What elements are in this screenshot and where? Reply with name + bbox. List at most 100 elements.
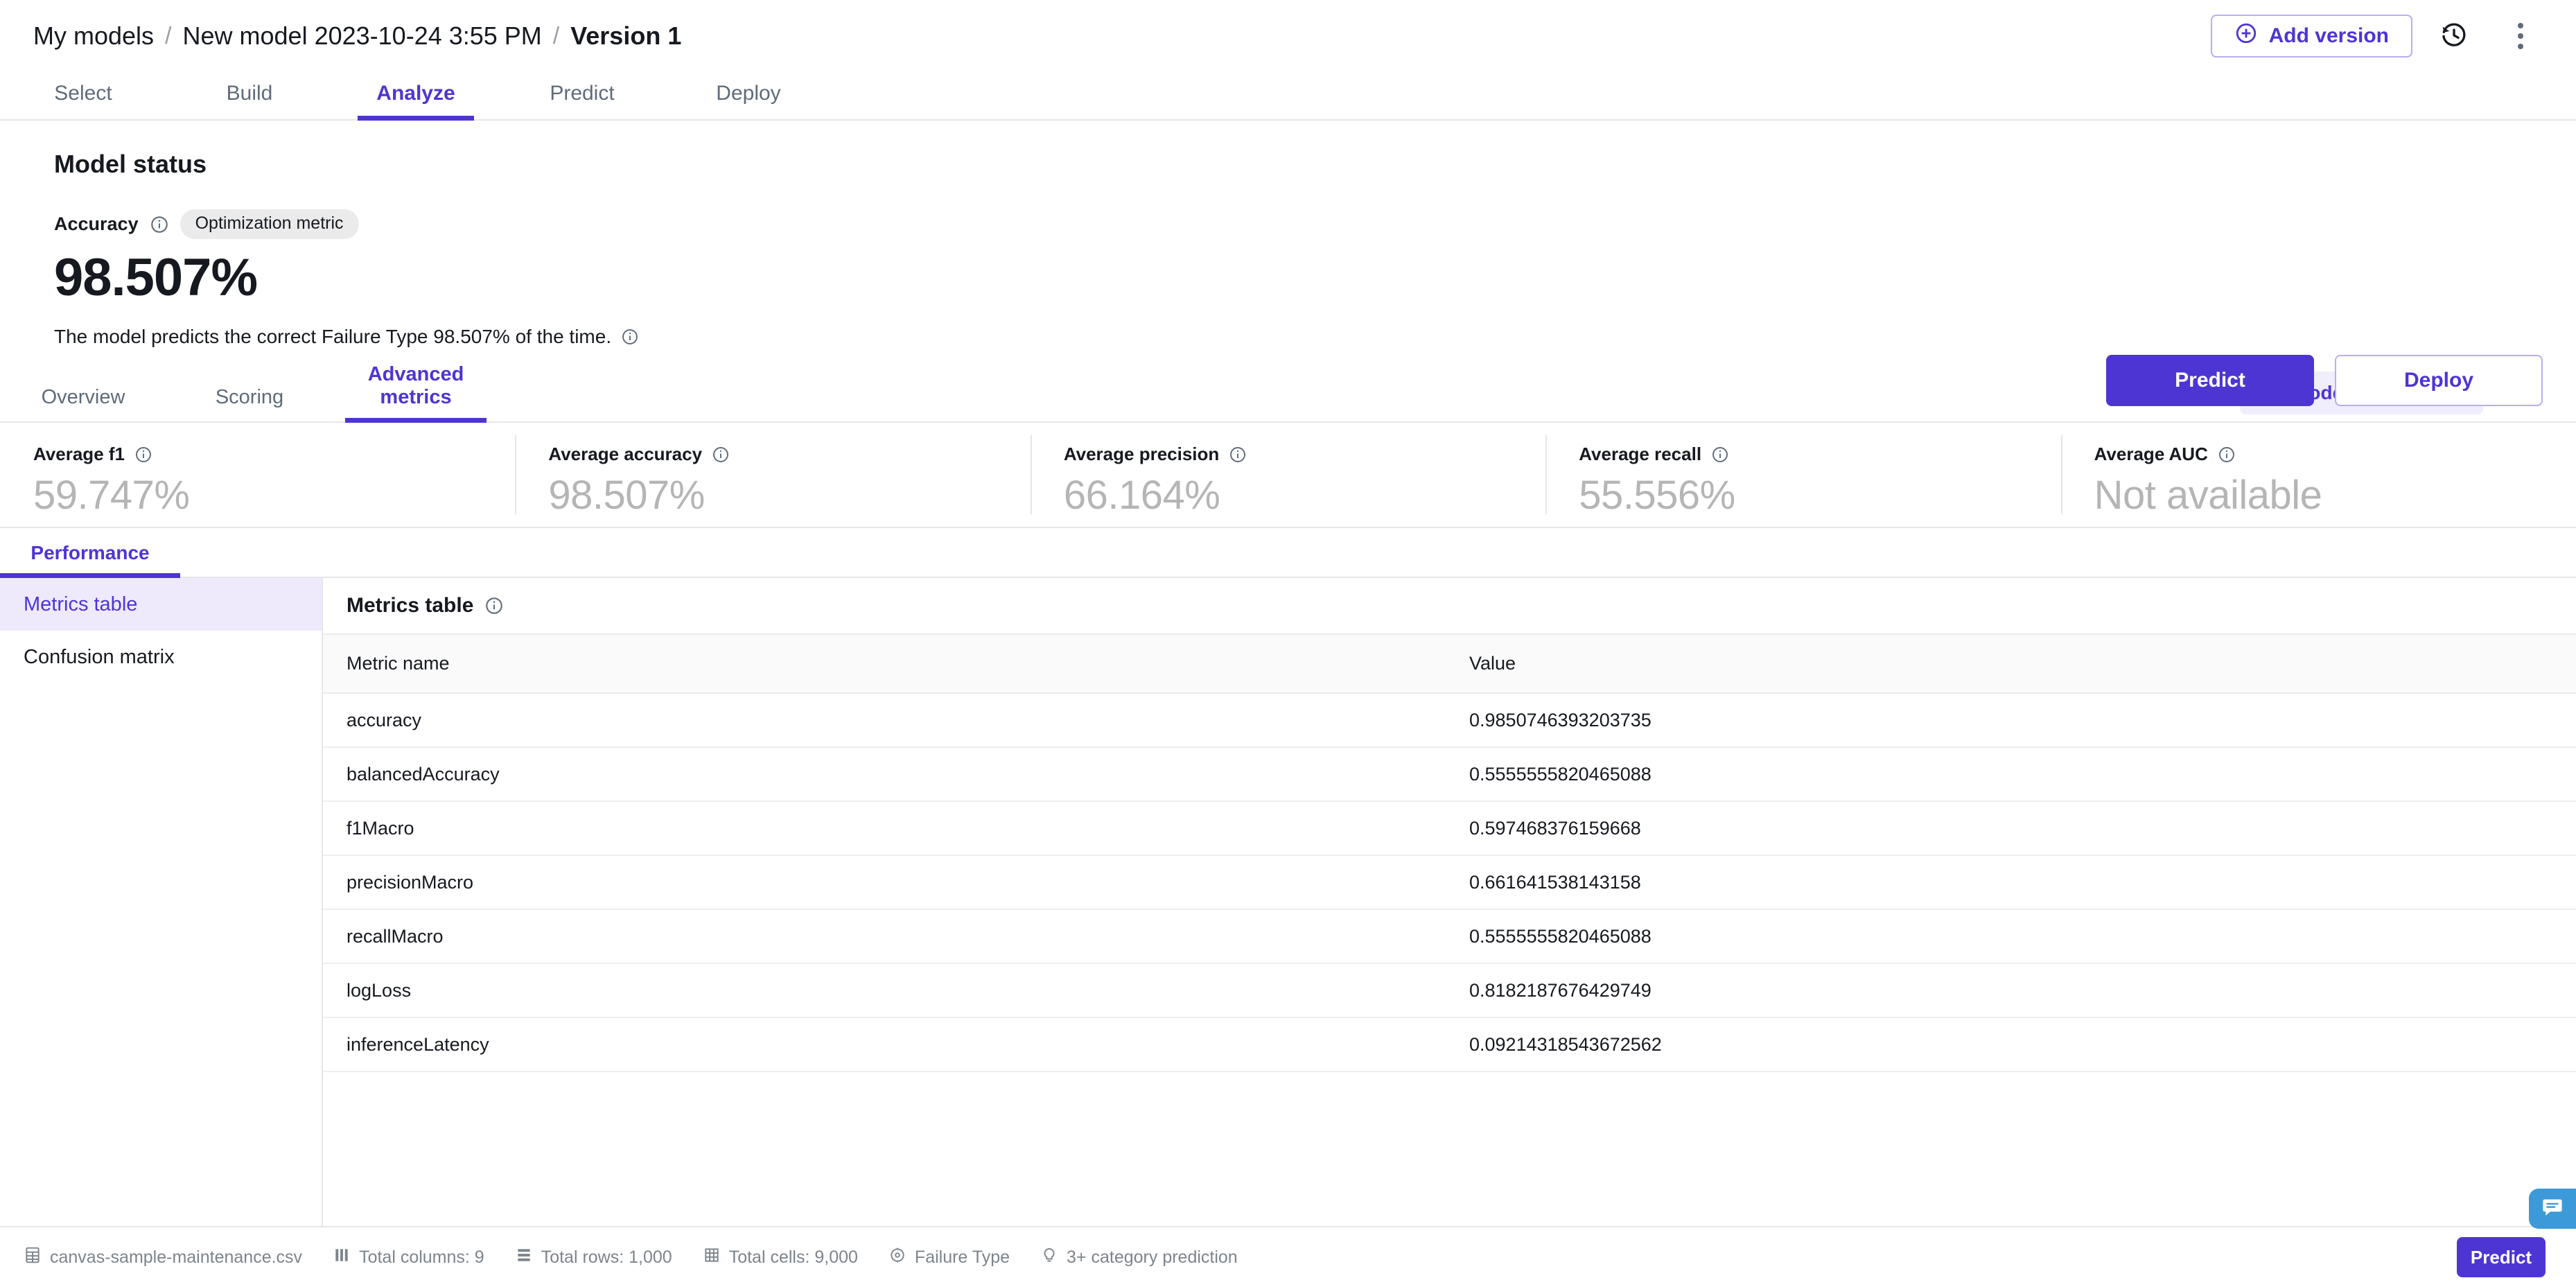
- metric-card-title: Average accuracy: [548, 444, 703, 464]
- cell-metric-value: 0.9850746393203735: [1446, 693, 2576, 748]
- metric-card-title: Average f1: [33, 444, 125, 464]
- table-row: logLoss 0.8182187676429749: [323, 963, 2576, 1018]
- status-bar-items: canvas-sample-maintenance.csv Total colu…: [24, 1246, 1238, 1269]
- tab-scoring[interactable]: Scoring: [166, 386, 333, 421]
- metric-card-label: Average accuracy: [548, 444, 1030, 465]
- metric-cards-row: Average f1 59.747% Average accuracy 98.5…: [0, 423, 2576, 528]
- info-icon[interactable]: [134, 446, 152, 464]
- sidebar-item-label: Metrics table: [24, 593, 138, 615]
- column-header-value[interactable]: Value: [1446, 633, 2576, 694]
- table-row: inferenceLatency 0.09214318543672562: [323, 1017, 2576, 1072]
- cell-metric-value: 0.597468376159668: [1446, 801, 2576, 856]
- cell-metric-name: precisionMacro: [323, 855, 1446, 910]
- sidebar-item-metrics-table[interactable]: Metrics table: [0, 578, 322, 631]
- secondary-tabs-list: Overview Scoring Advanced metrics: [0, 363, 499, 421]
- cell-metric-name: logLoss: [323, 963, 1446, 1018]
- metric-card-value: 55.556%: [1579, 473, 1735, 518]
- breadcrumb: My models / New model 2023-10-24 3:55 PM…: [33, 21, 681, 51]
- status-item-label: Total rows: 1,000: [541, 1247, 672, 1267]
- info-icon[interactable]: [2218, 446, 2236, 464]
- metric-card-value: 66.164%: [1063, 473, 1220, 518]
- performance-tab-strip: Performance: [0, 528, 2576, 578]
- metric-card-average-f1: Average f1 59.747%: [0, 423, 515, 527]
- cell-metric-value: 0.661641538143158: [1446, 855, 2576, 910]
- analysis-sidebar: Metrics table Confusion matrix: [0, 578, 323, 1226]
- cell-metric-name: inferenceLatency: [323, 1017, 1446, 1072]
- status-item-rows: Total rows: 1,000: [515, 1246, 672, 1269]
- metric-card-value: 98.507%: [548, 473, 705, 518]
- info-icon[interactable]: [712, 446, 730, 464]
- tab-predict[interactable]: Predict: [499, 82, 665, 119]
- top-bar-actions: Add version: [2210, 11, 2546, 61]
- tab-analyze[interactable]: Analyze: [333, 82, 499, 119]
- metrics-table-head: Metric name Value: [323, 633, 2576, 694]
- panel-title: Metrics table: [347, 594, 474, 617]
- metric-card-average-precision: Average precision 66.164%: [1030, 423, 1545, 527]
- metrics-table-header: Metrics table: [323, 578, 2576, 633]
- tab-overview[interactable]: Overview: [0, 386, 166, 421]
- footer-predict-button[interactable]: Predict: [2457, 1237, 2546, 1277]
- more-options-button[interactable]: [2496, 11, 2546, 61]
- table-row: precisionMacro 0.661641538143158: [323, 855, 2576, 910]
- metrics-table: Metric name Value accuracy 0.98507463932…: [323, 633, 2576, 1072]
- status-item-label: Total cells: 9,000: [728, 1247, 858, 1267]
- analysis-body: Metrics table Confusion matrix Metrics t…: [0, 578, 2576, 1226]
- chat-widget-button[interactable]: [2529, 1189, 2576, 1229]
- status-item-label: Failure Type: [914, 1247, 1010, 1267]
- lightbulb-icon: [1040, 1246, 1058, 1269]
- table-row: balancedAccuracy 0.5555555820465088: [323, 747, 2576, 802]
- model-status-title: Model status: [54, 150, 207, 178]
- metric-card-title: Average AUC: [2094, 444, 2208, 464]
- status-item-label: Total columns: 9: [359, 1247, 484, 1267]
- cell-metric-name: balancedAccuracy: [323, 747, 1446, 802]
- metric-card-value: 59.747%: [33, 473, 190, 518]
- model-status-description-row: The model predicts the correct Failure T…: [54, 326, 2543, 348]
- cell-metric-name: accuracy: [323, 693, 1446, 748]
- info-icon[interactable]: [1711, 446, 1729, 464]
- metric-card-label: Average recall: [1579, 444, 2060, 465]
- add-version-button[interactable]: Add version: [2210, 15, 2412, 58]
- version-history-button[interactable]: [2429, 11, 2479, 61]
- status-item-cells: Total cells: 9,000: [703, 1246, 858, 1269]
- column-header-metric-name[interactable]: Metric name: [323, 633, 1446, 694]
- breadcrumb-item-version: Version 1: [570, 21, 682, 50]
- cell-metric-value: 0.8182187676429749: [1446, 963, 2576, 1018]
- model-status-actions: Predict Deploy: [2106, 355, 2543, 406]
- breadcrumb-item-model[interactable]: New model 2023-10-24 3:55 PM: [183, 21, 542, 51]
- cells-grid-icon: [703, 1246, 721, 1269]
- tab-advanced-metrics[interactable]: Advanced metrics: [333, 363, 499, 421]
- metric-card-title: Average precision: [1063, 444, 1220, 464]
- info-icon[interactable]: [621, 328, 639, 346]
- tab-build[interactable]: Build: [166, 82, 333, 119]
- cell-metric-name: recallMacro: [323, 909, 1446, 964]
- accuracy-row: Accuracy Optimization metric: [54, 209, 2543, 239]
- chat-bubble-icon: [2541, 1196, 2564, 1223]
- predict-button[interactable]: Predict: [2106, 355, 2314, 406]
- file-csv-icon: [24, 1246, 42, 1269]
- top-bar: My models / New model 2023-10-24 3:55 PM…: [0, 0, 2576, 72]
- metric-card-label: Average AUC: [2094, 444, 2576, 465]
- status-item-label: canvas-sample-maintenance.csv: [50, 1247, 303, 1267]
- sidebar-item-confusion-matrix[interactable]: Confusion matrix: [0, 631, 322, 683]
- breadcrumb-item-my-models[interactable]: My models: [33, 21, 154, 51]
- info-icon[interactable]: [150, 215, 169, 234]
- optimization-metric-badge: Optimization metric: [179, 209, 359, 239]
- table-row: recallMacro 0.5555555820465088: [323, 909, 2576, 964]
- status-item-target: Failure Type: [888, 1246, 1010, 1269]
- table-row: f1Macro 0.597468376159668: [323, 801, 2576, 856]
- plus-circle-icon: [2234, 21, 2258, 51]
- status-item-label: 3+ category prediction: [1067, 1247, 1238, 1267]
- breadcrumb-separator: /: [552, 22, 560, 49]
- tab-performance[interactable]: Performance: [0, 542, 180, 578]
- add-version-label: Add version: [2268, 24, 2389, 47]
- metric-card-label: Average f1: [33, 444, 515, 465]
- metrics-table-panel: Metrics table Metric name Value accuracy…: [323, 578, 2576, 1226]
- info-icon[interactable]: [1229, 446, 1247, 464]
- accuracy-label: Accuracy: [54, 213, 139, 234]
- metric-card-value: Not available: [2094, 473, 2322, 518]
- deploy-button[interactable]: Deploy: [2335, 355, 2543, 406]
- tab-deploy[interactable]: Deploy: [665, 82, 832, 119]
- cell-metric-value: 0.5555555820465088: [1446, 747, 2576, 802]
- info-icon[interactable]: [484, 596, 504, 615]
- tab-select[interactable]: Select: [0, 82, 166, 119]
